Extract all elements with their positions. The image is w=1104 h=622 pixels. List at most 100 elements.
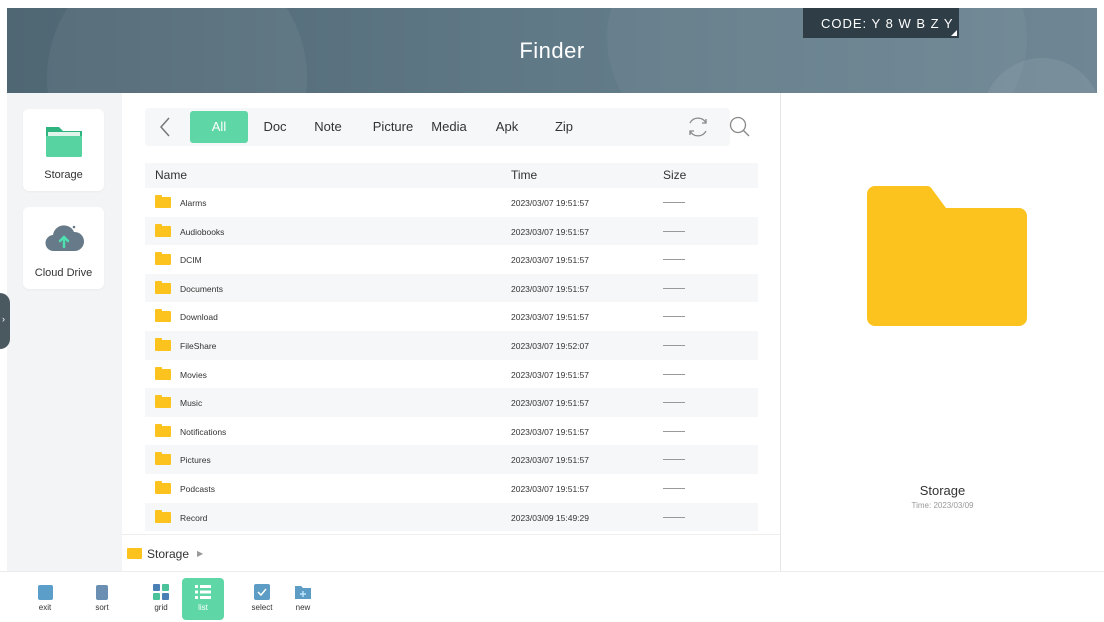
column-header-time[interactable]: Time	[511, 168, 537, 182]
file-name: Download	[180, 312, 218, 323]
folder-icon	[155, 223, 171, 237]
chevron-right-icon: ›	[2, 314, 5, 324]
file-time: 2023/03/07 19:51:57	[511, 312, 589, 323]
file-name: Movies	[180, 369, 207, 380]
file-name: Alarms	[180, 198, 207, 208]
new-folder-icon	[295, 586, 311, 599]
code-badge[interactable]: CODE: Y 8 W B Z Y	[803, 8, 959, 38]
sort-button[interactable]: sort	[81, 578, 123, 620]
file-size-placeholder	[663, 287, 685, 289]
list-view-button[interactable]: list	[182, 578, 224, 620]
category-tab-bar: All Doc Note Picture Media Apk Zip	[145, 108, 730, 146]
select-button[interactable]: select	[241, 578, 283, 620]
list-label: list	[198, 603, 208, 612]
file-size-placeholder	[663, 402, 685, 404]
file-size-placeholder	[663, 316, 685, 318]
file-time: 2023/03/09 15:49:29	[511, 512, 589, 523]
file-name: Audiobooks	[180, 226, 225, 237]
folder-icon	[155, 480, 171, 494]
tab-doc[interactable]: Doc	[255, 111, 295, 143]
chevron-left-icon	[159, 117, 170, 137]
folder-icon	[155, 252, 171, 266]
sidebar: Storage Cloud Drive	[7, 93, 122, 571]
file-size-placeholder	[663, 459, 685, 461]
file-table: Name Time Size Alarms 2023/03/07 19:51:57…	[145, 163, 758, 532]
file-size-placeholder	[663, 202, 685, 203]
table-row[interactable]: Audiobooks 2023/03/07 19:51:57	[145, 216, 758, 246]
sidebar-item-label: Cloud Drive	[34, 267, 93, 279]
sidebar-item-cloud-drive[interactable]: Cloud Drive	[23, 207, 104, 289]
sidebar-item-storage[interactable]: Storage	[23, 109, 104, 191]
file-name: Podcasts	[180, 483, 215, 494]
file-name: Documents	[180, 283, 223, 294]
breadcrumb: Storage ▶	[122, 534, 780, 572]
caret-right-icon: ▶	[197, 549, 204, 558]
refresh-icon[interactable]	[685, 114, 711, 140]
sidebar-toggle-handle[interactable]: ›	[0, 293, 10, 349]
table-row[interactable]: Documents 2023/03/07 19:51:57	[145, 273, 758, 303]
table-row[interactable]: Pictures 2023/03/07 19:51:57	[145, 445, 758, 474]
table-row[interactable]: Movies 2023/03/07 19:51:57	[145, 360, 758, 389]
tab-all[interactable]: All	[190, 111, 248, 143]
sort-label: sort	[95, 603, 109, 612]
table-row[interactable]: Download 2023/03/07 19:51:57	[145, 302, 758, 331]
file-size-placeholder	[663, 430, 685, 432]
back-button[interactable]	[155, 114, 175, 140]
table-row[interactable]: Podcasts 2023/03/07 19:51:57	[145, 474, 758, 503]
exit-button[interactable]: exit	[24, 578, 66, 620]
file-size-placeholder	[663, 487, 685, 489]
exit-label: exit	[38, 603, 52, 612]
file-size-placeholder	[663, 259, 685, 261]
file-time: 2023/03/07 19:51:57	[511, 255, 589, 266]
table-row[interactable]: Record 2023/03/09 15:49:29	[145, 502, 758, 532]
column-header-size[interactable]: Size	[663, 168, 686, 182]
tab-picture[interactable]: Picture	[367, 111, 419, 143]
search-icon[interactable]	[727, 114, 753, 140]
preview-name: Storage	[919, 483, 966, 498]
large-folder-icon	[867, 186, 1027, 326]
preview-panel: Storage Time: 2023/03/09	[781, 93, 1104, 571]
file-name: DCIM	[180, 255, 202, 266]
grid-view-button[interactable]: grid	[140, 578, 182, 620]
tab-apk[interactable]: Apk	[487, 111, 527, 143]
file-time: 2023/03/07 19:52:07	[511, 340, 589, 351]
folder-icon	[155, 452, 171, 466]
file-time: 2023/03/07 19:51:57	[511, 483, 589, 494]
table-row[interactable]: Music 2023/03/07 19:51:57	[145, 388, 758, 417]
cloud-upload-icon	[45, 225, 84, 252]
folder-icon	[155, 366, 171, 380]
file-time: 2023/03/07 19:51:57	[511, 398, 589, 409]
checkbox-icon	[254, 584, 270, 600]
preview-time: Time: 2023/03/09	[911, 501, 974, 510]
tab-zip[interactable]: Zip	[545, 111, 583, 143]
page-title: Finder	[519, 38, 585, 63]
tab-media[interactable]: Media	[425, 111, 473, 143]
folder-icon	[155, 509, 171, 523]
code-badge-text: CODE: Y 8 W B Z Y	[821, 15, 954, 31]
folder-icon	[155, 195, 171, 208]
table-header: Name Time Size	[145, 163, 758, 188]
folder-icon	[155, 337, 171, 351]
corner-triangle-icon	[951, 30, 957, 36]
table-row[interactable]: Notifications 2023/03/07 19:51:57	[145, 417, 758, 446]
file-time: 2023/03/07 19:51:57	[511, 283, 589, 294]
file-name: Pictures	[180, 455, 211, 466]
new-label: new	[295, 603, 311, 612]
file-size-placeholder	[663, 344, 685, 346]
table-row[interactable]: DCIM 2023/03/07 19:51:57	[145, 245, 758, 274]
folder-icon	[127, 548, 142, 559]
file-size-placeholder	[663, 516, 685, 518]
table-row[interactable]: FileShare 2023/03/07 19:52:07	[145, 330, 758, 360]
sort-icon	[96, 585, 108, 600]
file-size-placeholder	[663, 230, 685, 232]
exit-icon	[37, 585, 53, 600]
file-browser: All Doc Note Picture Media Apk Zip Name …	[122, 93, 780, 571]
breadcrumb-item[interactable]: Storage	[147, 547, 189, 561]
tab-note[interactable]: Note	[307, 111, 349, 143]
sidebar-item-label: Storage	[44, 169, 83, 181]
table-row[interactable]: Alarms 2023/03/07 19:51:57	[145, 188, 758, 217]
column-header-name[interactable]: Name	[155, 168, 187, 182]
new-folder-button[interactable]: new	[282, 578, 324, 620]
file-name: Notifications	[180, 426, 227, 437]
folder-icon	[155, 423, 171, 437]
